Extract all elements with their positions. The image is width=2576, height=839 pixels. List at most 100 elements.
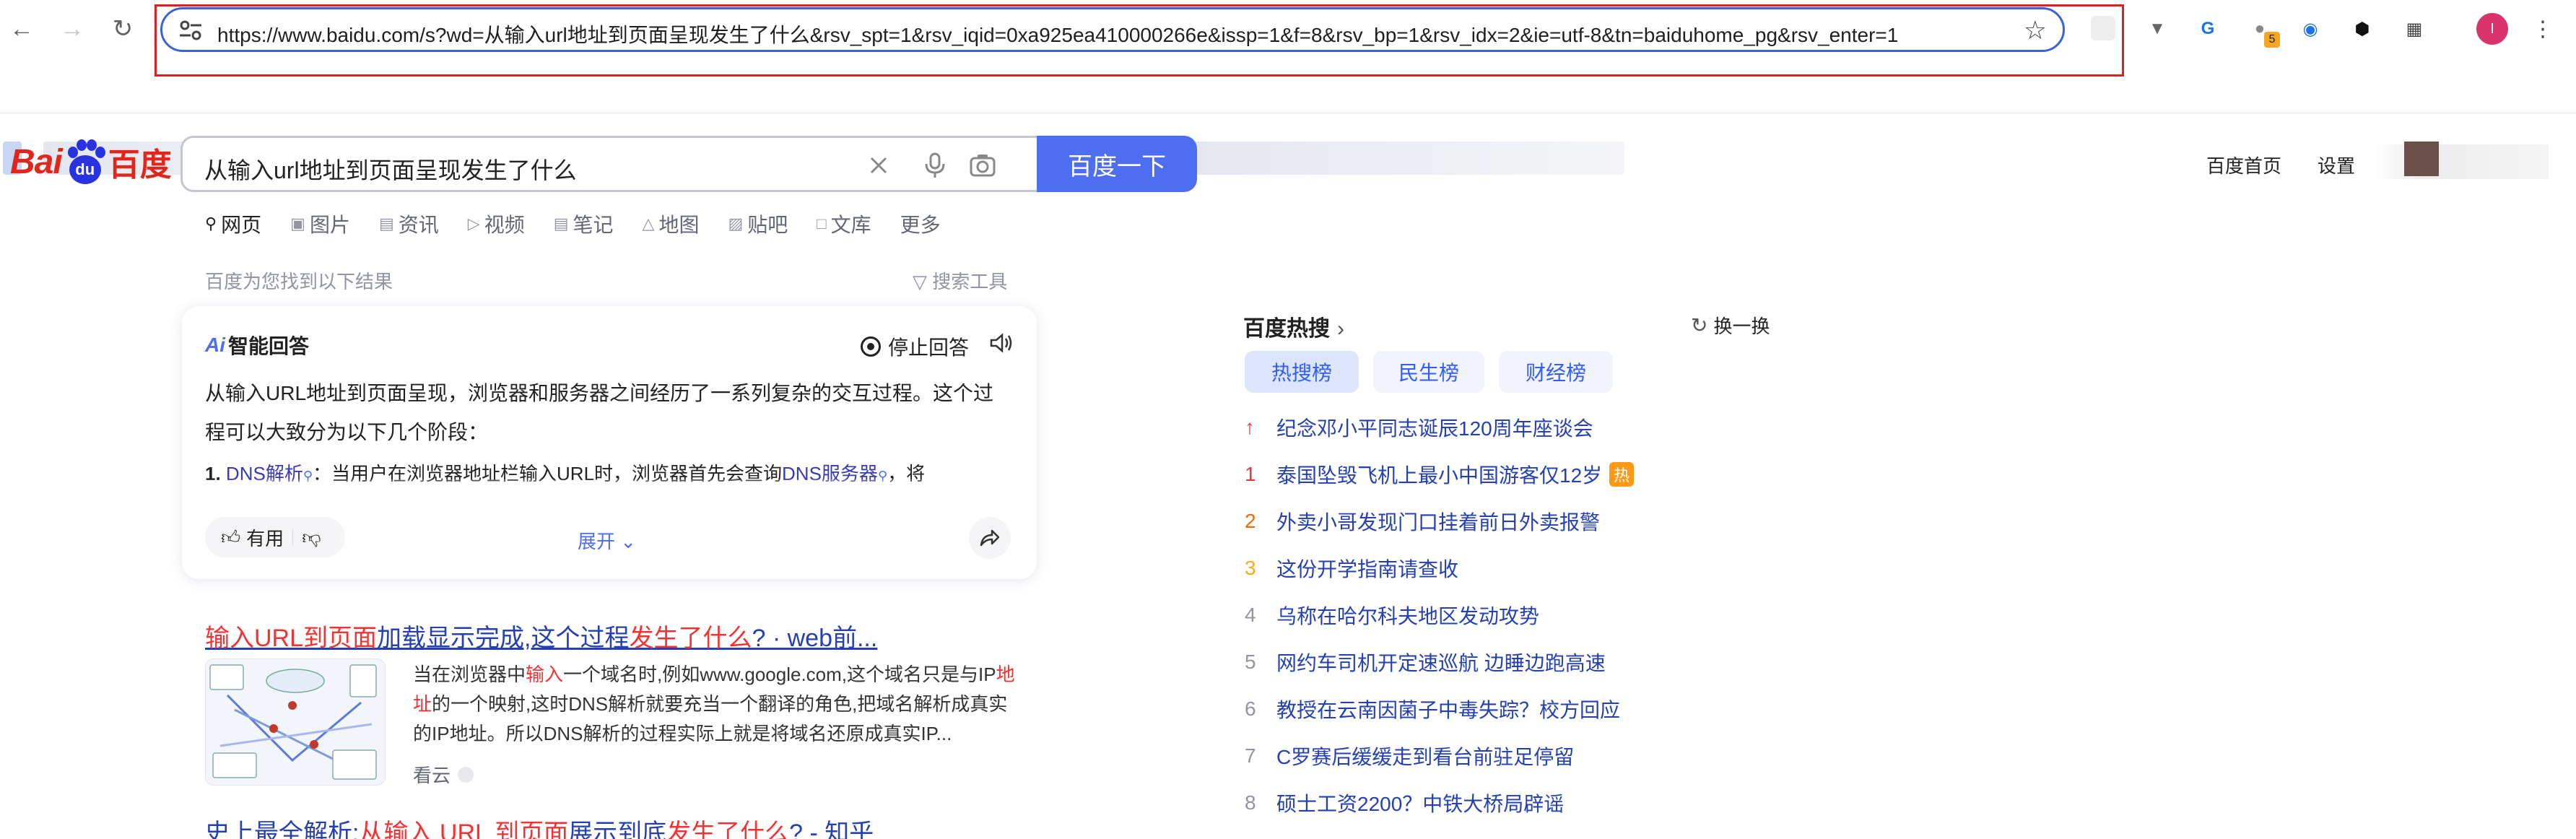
- tab-tieba[interactable]: ▨ 贴吧: [728, 209, 788, 238]
- result-title-link[interactable]: 史上最全解析:从输入 URL 到页面展示到底发生了什么? - 知乎: [205, 813, 874, 839]
- browser-toolbar: ← → ↻ https://www.baidu.com/s?wd=从输入url地…: [0, 0, 2576, 77]
- tab-label: 图片: [309, 214, 350, 236]
- clear-icon[interactable]: [864, 151, 893, 180]
- hot-list-item[interactable]: 1 泰国坠毁飞机上最小中国游客仅12岁热: [1245, 460, 1635, 489]
- search-icon: ⚲: [205, 214, 217, 232]
- username-blurred[interactable]: [2372, 144, 2549, 179]
- image-icon: ▣: [290, 214, 305, 232]
- site-settings-icon[interactable]: [178, 19, 203, 41]
- hot-list-title[interactable]: 百度热搜 ›: [1243, 310, 1344, 342]
- title-text: ? · web前...: [752, 625, 878, 652]
- hot-rank: 5: [1245, 651, 1256, 673]
- news-icon: ▤: [378, 214, 394, 232]
- hot-title-label: 百度热搜: [1243, 317, 1330, 341]
- profile-avatar[interactable]: I: [2476, 13, 2508, 45]
- hot-list-item[interactable]: ↑ 纪念邓小平同志诞辰120周年座谈会: [1245, 413, 1593, 442]
- hot-list-item[interactable]: 2 外卖小哥发现门口挂着前日外卖报警: [1245, 507, 1600, 536]
- fade-overlay: [182, 479, 1037, 516]
- hot-item-text: 教授在云南因菌子中毒失踪？校方回应: [1276, 699, 1621, 721]
- title-highlight: 发生了什么: [629, 625, 752, 652]
- tab-label: 贴吧: [747, 214, 788, 236]
- bookmark-star-icon[interactable]: ☆: [2024, 15, 2047, 45]
- cube-extension-icon[interactable]: ⬢: [2346, 13, 2378, 45]
- snippet-text: 当在浏览器中: [413, 664, 526, 685]
- title-highlight: 从输入 URL 到页面: [359, 820, 569, 839]
- ai-answer-intro: 从输入URL地址到页面呈现，浏览器和服务器之间经历了一系列复杂的交互过程。这个过…: [205, 382, 994, 443]
- refresh-button[interactable]: ↻ 换一换: [1691, 312, 1770, 339]
- map-icon: △: [642, 214, 655, 232]
- paw-icon: du: [64, 139, 107, 184]
- browser-menu-icon[interactable]: ⋮: [2527, 13, 2559, 45]
- hot-list-item[interactable]: 7 C罗赛后缓缓走到看台前驻足停留: [1245, 742, 1574, 770]
- snippet-text: 的一个映射,这时DNS解析就要充当一个翻译的角色,把域名解析成真实的IP地址。所…: [413, 693, 1008, 744]
- bookmark-blurred[interactable]: [1162, 142, 1624, 175]
- stop-icon: [861, 336, 881, 357]
- logo-du: du: [69, 155, 101, 184]
- tab-label: 文库: [830, 214, 871, 236]
- settings-link[interactable]: 设置: [2318, 152, 2355, 178]
- useful-label[interactable]: 有用: [246, 524, 284, 551]
- tab-label: 视频: [484, 214, 525, 236]
- refresh-label: 换一换: [1713, 316, 1770, 337]
- search-input[interactable]: 从输入url地址到页面呈现发生了什么: [180, 136, 1037, 192]
- tab-wenku[interactable]: □ 文库: [817, 209, 871, 238]
- search-button[interactable]: 百度一下: [1037, 136, 1197, 192]
- thumbs-up-icon[interactable]: 👍︎: [221, 526, 240, 549]
- record-extension-icon[interactable]: ◉: [2294, 13, 2326, 45]
- search-tools-button[interactable]: ▽ 搜索工具: [913, 267, 1007, 294]
- microphone-icon[interactable]: [921, 151, 949, 180]
- chevron-right-icon: ›: [1337, 317, 1344, 341]
- tab-hot-search[interactable]: 热搜榜: [1245, 351, 1359, 393]
- baidu-logo[interactable]: Bai du 百度: [10, 134, 172, 189]
- extension-badge-count: 5: [2264, 32, 2280, 48]
- extension-blurred-icon[interactable]: [2091, 16, 2115, 40]
- search-tabs: ⚲ 网页 ▣ 图片 ▤ 资讯 ▷ 视频 ▤ 笔记 △ 地图 ▨ 贴吧 □ 文库 更多: [205, 209, 970, 238]
- tab-images[interactable]: ▣ 图片: [290, 209, 350, 238]
- hot-rank: 6: [1245, 697, 1256, 720]
- share-icon[interactable]: [969, 517, 1011, 559]
- result-title-link[interactable]: 输入URL到页面加载显示完成,这个过程发生了什么? · web前...: [205, 618, 877, 653]
- result-count: 百度为您找到以下结果: [205, 271, 393, 292]
- speaker-icon[interactable]: [989, 332, 1014, 354]
- tab-video[interactable]: ▷ 视频: [468, 209, 525, 238]
- result-source[interactable]: 看云: [413, 761, 474, 788]
- hot-rank: 1: [1245, 463, 1256, 485]
- hot-list-item[interactable]: 8 硕士工资2200？中铁大桥局辟谣: [1245, 788, 1564, 817]
- hot-list-item[interactable]: 4 乌称在哈尔科夫地区发动攻势: [1245, 601, 1539, 630]
- tab-notes[interactable]: ▤ 笔记: [554, 209, 614, 238]
- divider: [292, 529, 294, 546]
- back-icon[interactable]: ←: [3, 10, 40, 48]
- tab-finance[interactable]: 财经榜: [1499, 351, 1613, 393]
- tab-livelihood[interactable]: 民生榜: [1373, 351, 1484, 393]
- tab-label: 网页: [221, 214, 262, 236]
- filter-extension-icon[interactable]: ▼: [2141, 13, 2173, 45]
- logo-baidu-cn: 百度: [108, 147, 172, 183]
- address-bar[interactable]: https://www.baidu.com/s?wd=从输入url地址到页面呈现…: [160, 7, 2065, 52]
- avatar[interactable]: [2404, 142, 2439, 176]
- stop-answer-button[interactable]: 停止回答: [861, 332, 969, 361]
- extension-badge-icon[interactable]: ● 5: [2244, 13, 2280, 48]
- tab-web[interactable]: ⚲ 网页: [205, 209, 261, 238]
- reload-icon[interactable]: ↻: [104, 10, 142, 48]
- feedback-pill: 👍︎ 有用 👎︎: [205, 517, 345, 557]
- hot-list-item[interactable]: 5 网约车司机开定速巡航 边睡边跑高速: [1245, 648, 1606, 677]
- baidu-home-link[interactable]: 百度首页: [2206, 152, 2281, 178]
- forward-icon[interactable]: →: [53, 10, 91, 48]
- tab-map[interactable]: △ 地图: [643, 209, 700, 238]
- expand-button[interactable]: 展开 ⌄: [578, 527, 636, 554]
- url-text[interactable]: https://www.baidu.com/s?wd=从输入url地址到页面呈现…: [217, 19, 1898, 48]
- hot-rank: 7: [1245, 744, 1256, 767]
- thumbs-down-icon[interactable]: 👎︎: [302, 526, 321, 549]
- search-query-text[interactable]: 从输入url地址到页面呈现发生了什么: [204, 152, 577, 186]
- verified-icon: [458, 766, 474, 783]
- result-thumbnail[interactable]: [205, 658, 386, 786]
- tab-more[interactable]: 更多: [900, 209, 941, 238]
- hot-list-item[interactable]: 6 教授在云南因菌子中毒失踪？校方回应: [1245, 695, 1620, 723]
- hot-list-item[interactable]: 3 这份开学指南请查收: [1245, 554, 1458, 583]
- title-highlight: 发生了什么: [666, 820, 790, 839]
- tab-news[interactable]: ▤ 资讯: [379, 209, 439, 238]
- camera-icon[interactable]: [968, 151, 997, 180]
- translate-extension-icon[interactable]: G: [2192, 13, 2224, 45]
- ai-answer-title: Ai 智能回答: [205, 331, 309, 360]
- extensions-puzzle-icon[interactable]: ▦: [2398, 13, 2430, 45]
